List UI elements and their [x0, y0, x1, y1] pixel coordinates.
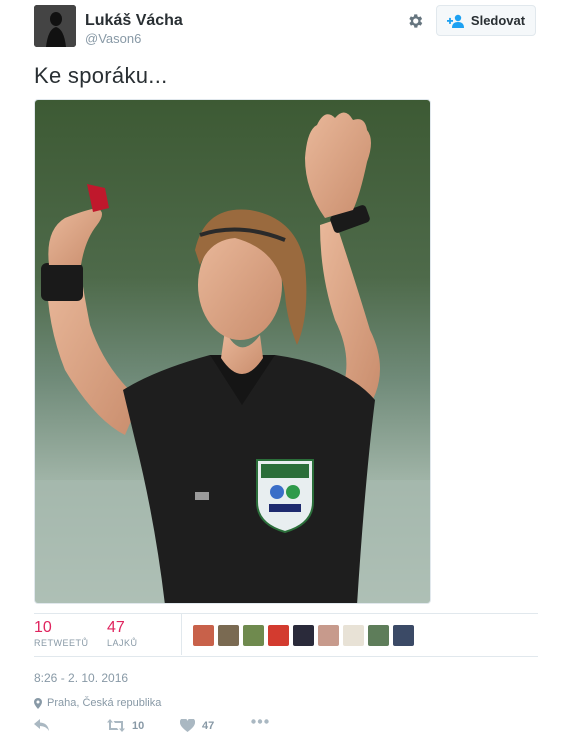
- tweet-timestamp[interactable]: 8:26 - 2. 10. 2016: [34, 671, 128, 685]
- follow-button-label: Sledovat: [470, 13, 526, 28]
- likes-label: LAJKŮ: [107, 638, 138, 648]
- likes-count: 47: [107, 619, 125, 636]
- liker-avatar[interactable]: [193, 625, 214, 646]
- retweet-button[interactable]: 10: [107, 719, 144, 732]
- heart-icon: [180, 719, 195, 732]
- retweets-label: RETWEETŮ: [34, 638, 89, 648]
- tweet-location[interactable]: Praha, Česká republika: [34, 697, 161, 709]
- stats-separator: [181, 614, 182, 655]
- liker-avatar[interactable]: [318, 625, 339, 646]
- more-icon: [251, 719, 269, 724]
- divider: [34, 656, 538, 657]
- liker-avatar[interactable]: [368, 625, 389, 646]
- divider: [34, 613, 538, 614]
- tweet-header: Lukáš Vácha @Vason6 Sledovat: [34, 5, 538, 49]
- retweet-action-count: 10: [132, 719, 145, 732]
- liker-avatar[interactable]: [243, 625, 264, 646]
- likers-avatars: [193, 625, 414, 646]
- liker-avatar[interactable]: [268, 625, 289, 646]
- tweet-text: Ke sporáku...: [34, 63, 168, 88]
- more-button[interactable]: [251, 719, 269, 724]
- retweets-stat[interactable]: 10 RETWEETŮ: [34, 619, 89, 648]
- reply-icon: [34, 719, 50, 732]
- liker-avatar[interactable]: [393, 625, 414, 646]
- liker-avatar[interactable]: [293, 625, 314, 646]
- follow-button[interactable]: Sledovat: [436, 5, 536, 36]
- reply-button[interactable]: [34, 719, 50, 732]
- retweet-icon: [107, 719, 125, 732]
- avatar[interactable]: [34, 5, 76, 47]
- add-user-icon: [446, 14, 465, 28]
- location-pin-icon: [34, 697, 42, 709]
- retweets-count: 10: [34, 619, 52, 636]
- user-handle[interactable]: @Vason6: [85, 31, 141, 46]
- tweet-actions: 10 47: [34, 719, 538, 739]
- tweet-photo[interactable]: [34, 99, 431, 604]
- liker-avatar[interactable]: [218, 625, 239, 646]
- like-action-count: 47: [202, 719, 215, 732]
- gear-icon[interactable]: [406, 12, 424, 30]
- like-button[interactable]: 47: [180, 719, 214, 732]
- likes-stat[interactable]: 47 LAJKŮ: [107, 619, 138, 648]
- location-text: Praha, Česká republika: [47, 697, 162, 709]
- user-name[interactable]: Lukáš Vácha: [85, 12, 183, 30]
- liker-avatar[interactable]: [343, 625, 364, 646]
